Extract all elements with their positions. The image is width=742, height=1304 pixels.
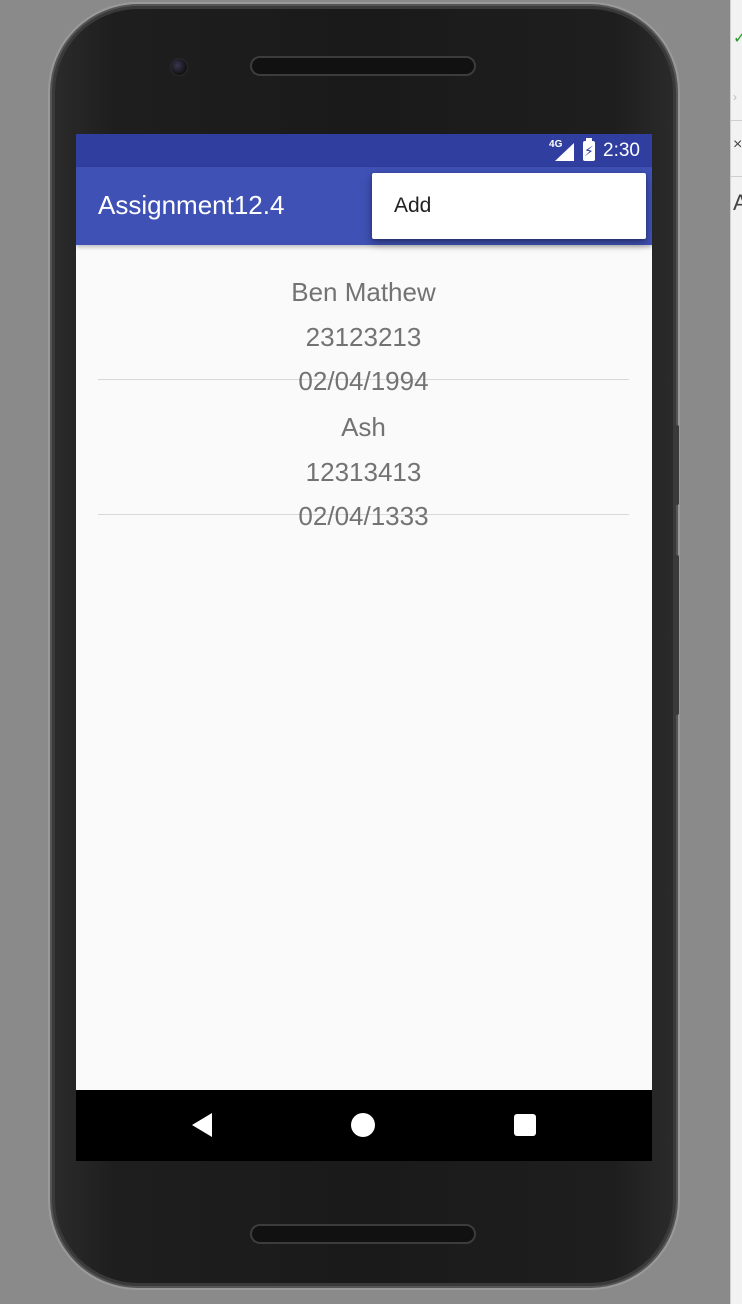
- close-icon[interactable]: ×: [733, 136, 742, 154]
- power-button[interactable]: [675, 425, 679, 505]
- top-speaker: [250, 56, 476, 76]
- divider: [731, 176, 742, 177]
- home-button[interactable]: [323, 1090, 403, 1161]
- list-item[interactable]: Ben Mathew 23123213 02/04/1994: [98, 245, 629, 396]
- check-icon: ✓: [733, 28, 742, 48]
- recent-apps-button[interactable]: [485, 1090, 565, 1161]
- signal-bars-icon: [555, 143, 575, 161]
- overflow-menu: Add: [372, 173, 646, 239]
- chevron-right-icon: ›: [733, 90, 737, 104]
- navigation-bar: [76, 1090, 652, 1161]
- app-title: Assignment12.4: [98, 190, 285, 220]
- contact-name: Ash: [341, 412, 386, 442]
- back-icon: [192, 1113, 212, 1137]
- menu-item-add[interactable]: Add: [372, 173, 646, 239]
- contact-phone: 12313413: [305, 457, 422, 487]
- home-icon: [351, 1113, 375, 1137]
- back-button[interactable]: [162, 1090, 242, 1161]
- status-bar: 4G ⚡ 2:30: [76, 134, 652, 167]
- recent-apps-icon: [514, 1114, 536, 1136]
- list-item[interactable]: Ash 12313413 02/04/1333: [98, 380, 629, 531]
- device-screen: 4G ⚡ 2:30 Assignment12.4 Add Ben Mathew …: [76, 134, 652, 1161]
- ide-side-strip: ✓ › × A: [730, 0, 742, 1304]
- divider: [731, 120, 742, 121]
- ide-letter: A: [733, 190, 742, 216]
- battery-charging-icon: ⚡: [583, 138, 596, 161]
- signal-icon: 4G: [549, 139, 575, 162]
- bottom-speaker: [250, 1224, 476, 1244]
- clock: 2:30: [603, 140, 640, 161]
- contact-name: Ben Mathew: [291, 277, 436, 307]
- front-camera: [170, 58, 188, 76]
- contact-date: 02/04/1333: [298, 501, 429, 531]
- volume-button[interactable]: [675, 555, 679, 715]
- contact-phone: 23123213: [305, 322, 422, 352]
- contact-list: Ben Mathew 23123213 02/04/1994 Ash 12313…: [98, 245, 629, 531]
